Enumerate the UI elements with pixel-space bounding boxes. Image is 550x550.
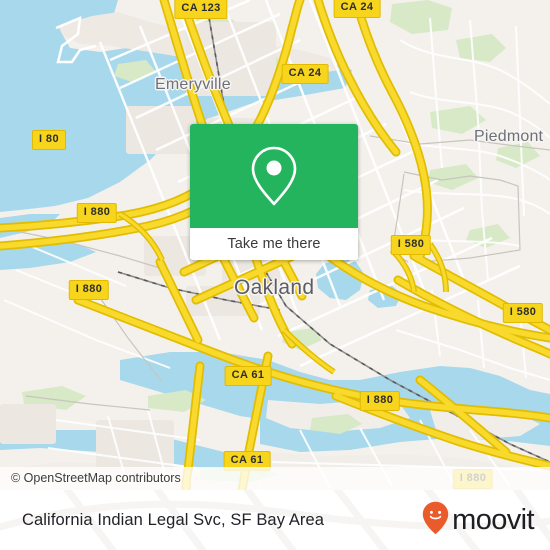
- highway-shield-i880-west: I 880: [76, 203, 118, 223]
- footer-bar: California Indian Legal Svc, SF Bay Area…: [0, 490, 550, 550]
- take-me-there-button[interactable]: Take me there: [190, 228, 358, 260]
- highway-shield-ca61: CA 61: [224, 366, 272, 386]
- highway-shield-i580: I 580: [390, 235, 432, 255]
- moovit-logo[interactable]: moovit: [422, 490, 535, 550]
- moovit-wordmark: moovit: [452, 503, 534, 536]
- highway-shield-ca123: CA 123: [174, 0, 228, 19]
- highway-shield-i580-east: I 580: [502, 303, 544, 323]
- map-attribution[interactable]: © OpenStreetMap contributors: [0, 467, 550, 490]
- page-title: California Indian Legal Svc, SF Bay Area: [22, 510, 325, 529]
- highway-shield-i880-west-lower: I 880: [68, 280, 110, 300]
- poi-callout-card[interactable]: Take me there: [190, 124, 358, 260]
- moovit-smile-pin-icon: [422, 501, 449, 540]
- highway-shield-ca24: CA 24: [281, 64, 329, 84]
- poi-card-image: [190, 124, 358, 228]
- map-pin-icon: [248, 145, 300, 207]
- highway-shield-ca24-north: CA 24: [333, 0, 381, 18]
- map-screenshot: Emeryville Piedmont Oakland CA 123 CA 24…: [0, 0, 550, 550]
- highway-shield-i80: I 80: [32, 130, 66, 150]
- highway-shield-i880-estuary: I 880: [359, 391, 401, 411]
